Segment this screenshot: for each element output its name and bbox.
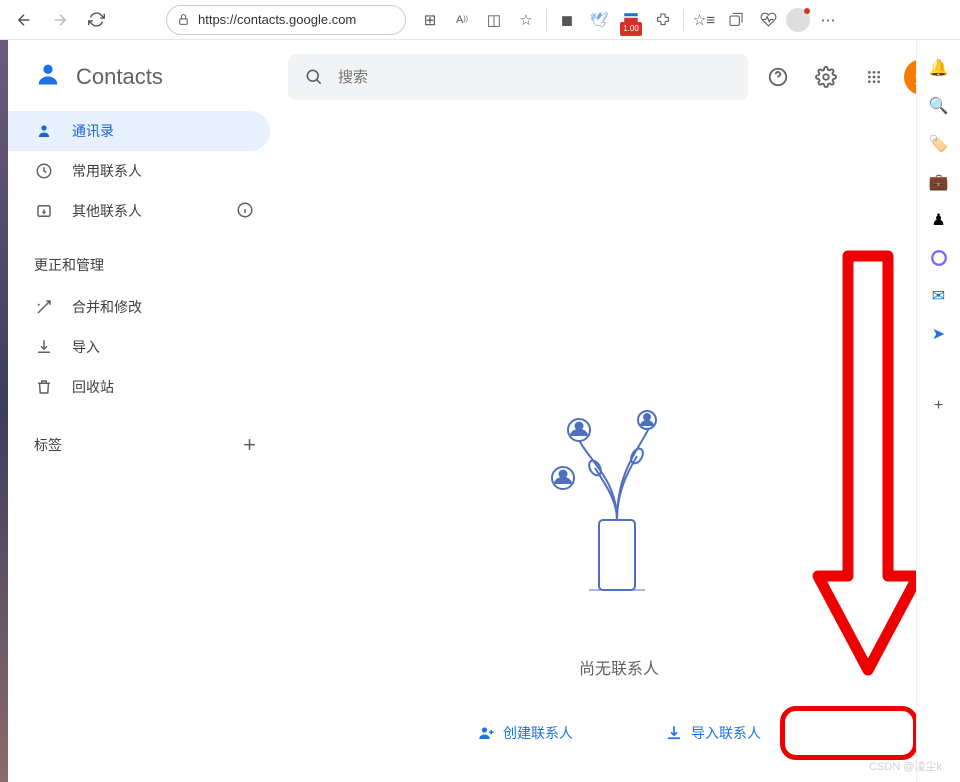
sidebar-item-frequent[interactable]: 常用联系人	[8, 151, 270, 191]
window-edge	[0, 40, 8, 782]
empty-state: 尚无联系人 创建联系人 导入联系人	[278, 400, 960, 751]
favorite-icon[interactable]: ☆	[512, 6, 540, 34]
topbar: 尘	[288, 54, 940, 100]
extensions-icon[interactable]	[649, 6, 677, 34]
download-icon	[665, 724, 683, 742]
edge-tag-icon[interactable]: 🏷️	[927, 132, 951, 156]
edge-add-icon[interactable]: +	[927, 394, 951, 418]
edge-sidebar: 🔔 🔍 🏷️ 💼 ♟ ✉ ➤ +	[916, 40, 960, 782]
wand-icon	[34, 298, 54, 316]
sidebar: Contacts 通讯录 常用联系人 其他联系人 更正和管理 合并和修改 导入 …	[8, 40, 278, 782]
labels-header-row: 标签 +	[8, 425, 278, 465]
back-button[interactable]	[8, 4, 40, 36]
help-button[interactable]	[760, 59, 796, 95]
browser-profile-avatar[interactable]	[786, 8, 810, 32]
create-contact-button[interactable]: 创建联系人	[465, 715, 585, 751]
person-icon	[34, 122, 54, 140]
apps-button[interactable]	[856, 59, 892, 95]
split-icon[interactable]: ◫	[480, 6, 508, 34]
section-header-manage: 更正和管理	[8, 231, 278, 287]
sidebar-label: 常用联系人	[72, 161, 142, 181]
edge-send-icon[interactable]: ➤	[927, 322, 951, 346]
sidebar-item-import[interactable]: 导入	[8, 327, 270, 367]
favorites-icon[interactable]: ☆≡	[690, 6, 718, 34]
ext-icon-3[interactable]: 1.00	[617, 6, 645, 34]
sidebar-label: 合并和修改	[72, 297, 142, 317]
badge: 1.00	[620, 22, 642, 36]
sidebar-label: 回收站	[72, 377, 114, 397]
edge-copilot-icon[interactable]	[927, 246, 951, 270]
performance-icon[interactable]	[754, 6, 782, 34]
url-text: https://contacts.google.com	[198, 12, 356, 27]
refresh-button[interactable]	[80, 4, 112, 36]
collections-icon[interactable]	[722, 6, 750, 34]
edge-briefcase-icon[interactable]: 💼	[927, 170, 951, 194]
search-input[interactable]	[338, 69, 732, 86]
sidebar-item-merge[interactable]: 合并和修改	[8, 287, 270, 327]
more-icon[interactable]: ⋯	[814, 6, 842, 34]
sidebar-item-trash[interactable]: 回收站	[8, 367, 270, 407]
contacts-logo-icon	[34, 60, 62, 93]
address-bar[interactable]: https://contacts.google.com	[166, 5, 406, 35]
person-add-icon	[477, 724, 495, 742]
edge-bell-icon[interactable]: 🔔	[927, 56, 951, 80]
sidebar-item-other[interactable]: 其他联系人	[8, 191, 270, 231]
history-icon	[34, 162, 54, 180]
edge-search-icon[interactable]: 🔍	[927, 94, 951, 118]
edge-chess-icon[interactable]: ♟	[927, 208, 951, 232]
ext-icon-2[interactable]: 🕊	[585, 6, 613, 34]
watermark: CSDN @凌尘k	[869, 758, 942, 774]
browser-toolbar: https://contacts.google.com ⊞ A)) ◫ ☆ ◼ …	[0, 0, 960, 40]
settings-button[interactable]	[808, 59, 844, 95]
sidebar-label: 通讯录	[72, 121, 114, 141]
archive-icon	[34, 202, 54, 220]
lock-icon	[177, 13, 190, 26]
empty-illustration	[539, 400, 699, 600]
brand[interactable]: Contacts	[8, 52, 278, 111]
read-aloud-icon[interactable]: A))	[448, 6, 476, 34]
sidebar-item-contacts[interactable]: 通讯录	[8, 111, 270, 151]
edge-outlook-icon[interactable]: ✉	[927, 284, 951, 308]
trash-icon	[34, 378, 54, 396]
info-icon[interactable]	[236, 201, 254, 222]
brand-title: Contacts	[76, 64, 163, 90]
grid-icon[interactable]: ⊞	[416, 6, 444, 34]
ext-icon-1[interactable]: ◼	[553, 6, 581, 34]
sidebar-label: 导入	[72, 337, 100, 357]
empty-text: 尚无联系人	[278, 655, 960, 679]
sidebar-label: 其他联系人	[72, 201, 142, 221]
search-box[interactable]	[288, 54, 748, 100]
add-label-button[interactable]: +	[243, 432, 256, 458]
labels-header: 标签	[34, 435, 62, 455]
forward-button[interactable]	[44, 4, 76, 36]
download-icon	[34, 338, 54, 356]
import-contacts-button[interactable]: 导入联系人	[653, 715, 773, 751]
search-icon	[304, 67, 324, 87]
main-content: 尘 尚无联系人 创建联系人	[278, 40, 960, 782]
